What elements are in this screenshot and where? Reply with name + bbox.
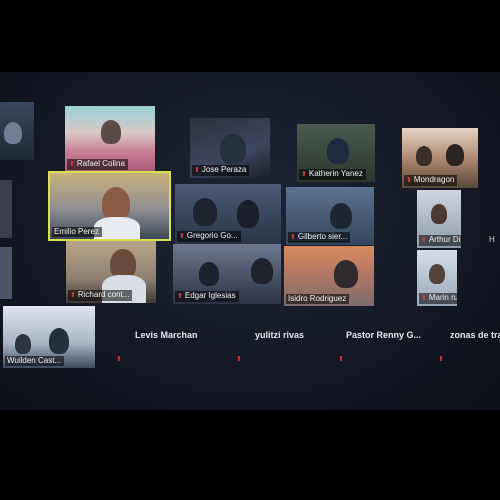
muted-mic-icon: ⬆ <box>338 356 344 363</box>
participant-tile[interactable]: ⬆ Rafael Colina <box>65 106 155 172</box>
muted-mic-icon: ⬆ <box>177 293 183 300</box>
muted-mic-icon: ⬆ <box>438 356 444 363</box>
participant-name-label: ⬆ Mondragon <box>404 175 458 186</box>
participant-name-label: ⬆ Gilberto sier... <box>288 232 351 243</box>
participant-tile[interactable]: ⬆ Richard cont... <box>66 241 156 303</box>
participant-name-label: Wuilden Cast... <box>5 356 65 366</box>
participant-tile[interactable]: ⬆ Katherin Yanez <box>297 124 375 182</box>
participant-tile[interactable]: Wuilden Cast... <box>3 306 95 368</box>
participant-tile[interactable]: ⬆ Edgar Iglesias <box>173 244 281 304</box>
participant-name-partial: H <box>489 235 495 244</box>
participant-name-label: Isidro Rodriguez <box>286 294 350 304</box>
participant-name-label: ⬆ Jose Peraza <box>192 165 250 176</box>
participant-name-label: ⬆Marin rueda <box>419 293 457 304</box>
participant-name-label: ⬆ Rafael Colina <box>67 159 128 170</box>
participant-tile[interactable]: ⬆ Mondragon <box>402 128 478 188</box>
muted-mic-icon: ⬆ <box>236 356 242 363</box>
participant-name-label: ⬆ Gregorio Go... <box>177 231 241 242</box>
participant-tile[interactable]: ⬆ Gilberto sier... <box>286 187 374 245</box>
participant-tile-partial[interactable] <box>0 247 12 299</box>
participant-tile[interactable]: ⬆ Jose Peraza <box>190 118 270 178</box>
muted-mic-icon: ⬆ <box>290 234 296 241</box>
participant-name-label: ⬆ Katherin Yanez <box>299 169 366 180</box>
participant-tile[interactable]: ⬆Marin rueda <box>417 250 457 306</box>
participant-tile-no-video[interactable]: yulitzi rivas <box>255 330 304 340</box>
participant-name-label: ⬆ Edgar Iglesias <box>175 291 239 302</box>
participant-tile-partial[interactable] <box>0 102 34 160</box>
muted-mic-icon: ⬆ <box>406 177 412 184</box>
muted-mic-icon: ⬆ <box>421 295 427 302</box>
muted-mic-icon: ⬆ <box>421 237 427 244</box>
photo-frame: ⬆ Rafael Colina ⬆ Jose Peraza ⬆ Katherin Ya… <box>0 0 500 500</box>
muted-mic-icon: ⬆ <box>69 161 75 168</box>
muted-mic-icon: ⬆ <box>179 233 185 240</box>
participant-tile-partial[interactable] <box>0 180 12 238</box>
zoom-gallery-view: ⬆ Rafael Colina ⬆ Jose Peraza ⬆ Katherin Ya… <box>0 72 500 410</box>
participant-tile-no-video[interactable]: zonas de tra... <box>450 330 500 340</box>
participant-name-label: ⬆Arthur Diaz <box>419 235 461 246</box>
muted-mic-icon: ⬆ <box>116 356 122 363</box>
participant-tile[interactable]: Isidro Rodriguez <box>284 246 374 306</box>
participant-tile[interactable]: ⬆ Gregorio Go... <box>175 184 281 244</box>
participant-tile[interactable]: ⬆Arthur Diaz <box>417 190 461 248</box>
participant-tile-no-video[interactable]: Pastor Renny G... <box>346 330 421 340</box>
muted-mic-icon: ⬆ <box>301 171 307 178</box>
muted-mic-icon: ⬆ <box>70 292 76 299</box>
participant-tile-active-speaker[interactable]: Emilio Perez <box>48 171 171 241</box>
muted-mic-icon: ⬆ <box>194 167 200 174</box>
participant-name-label: Emilio Perez <box>52 227 102 237</box>
participant-tile-no-video[interactable]: Levis Marchan <box>135 330 198 340</box>
participant-name-label: ⬆ Richard cont... <box>68 290 133 301</box>
